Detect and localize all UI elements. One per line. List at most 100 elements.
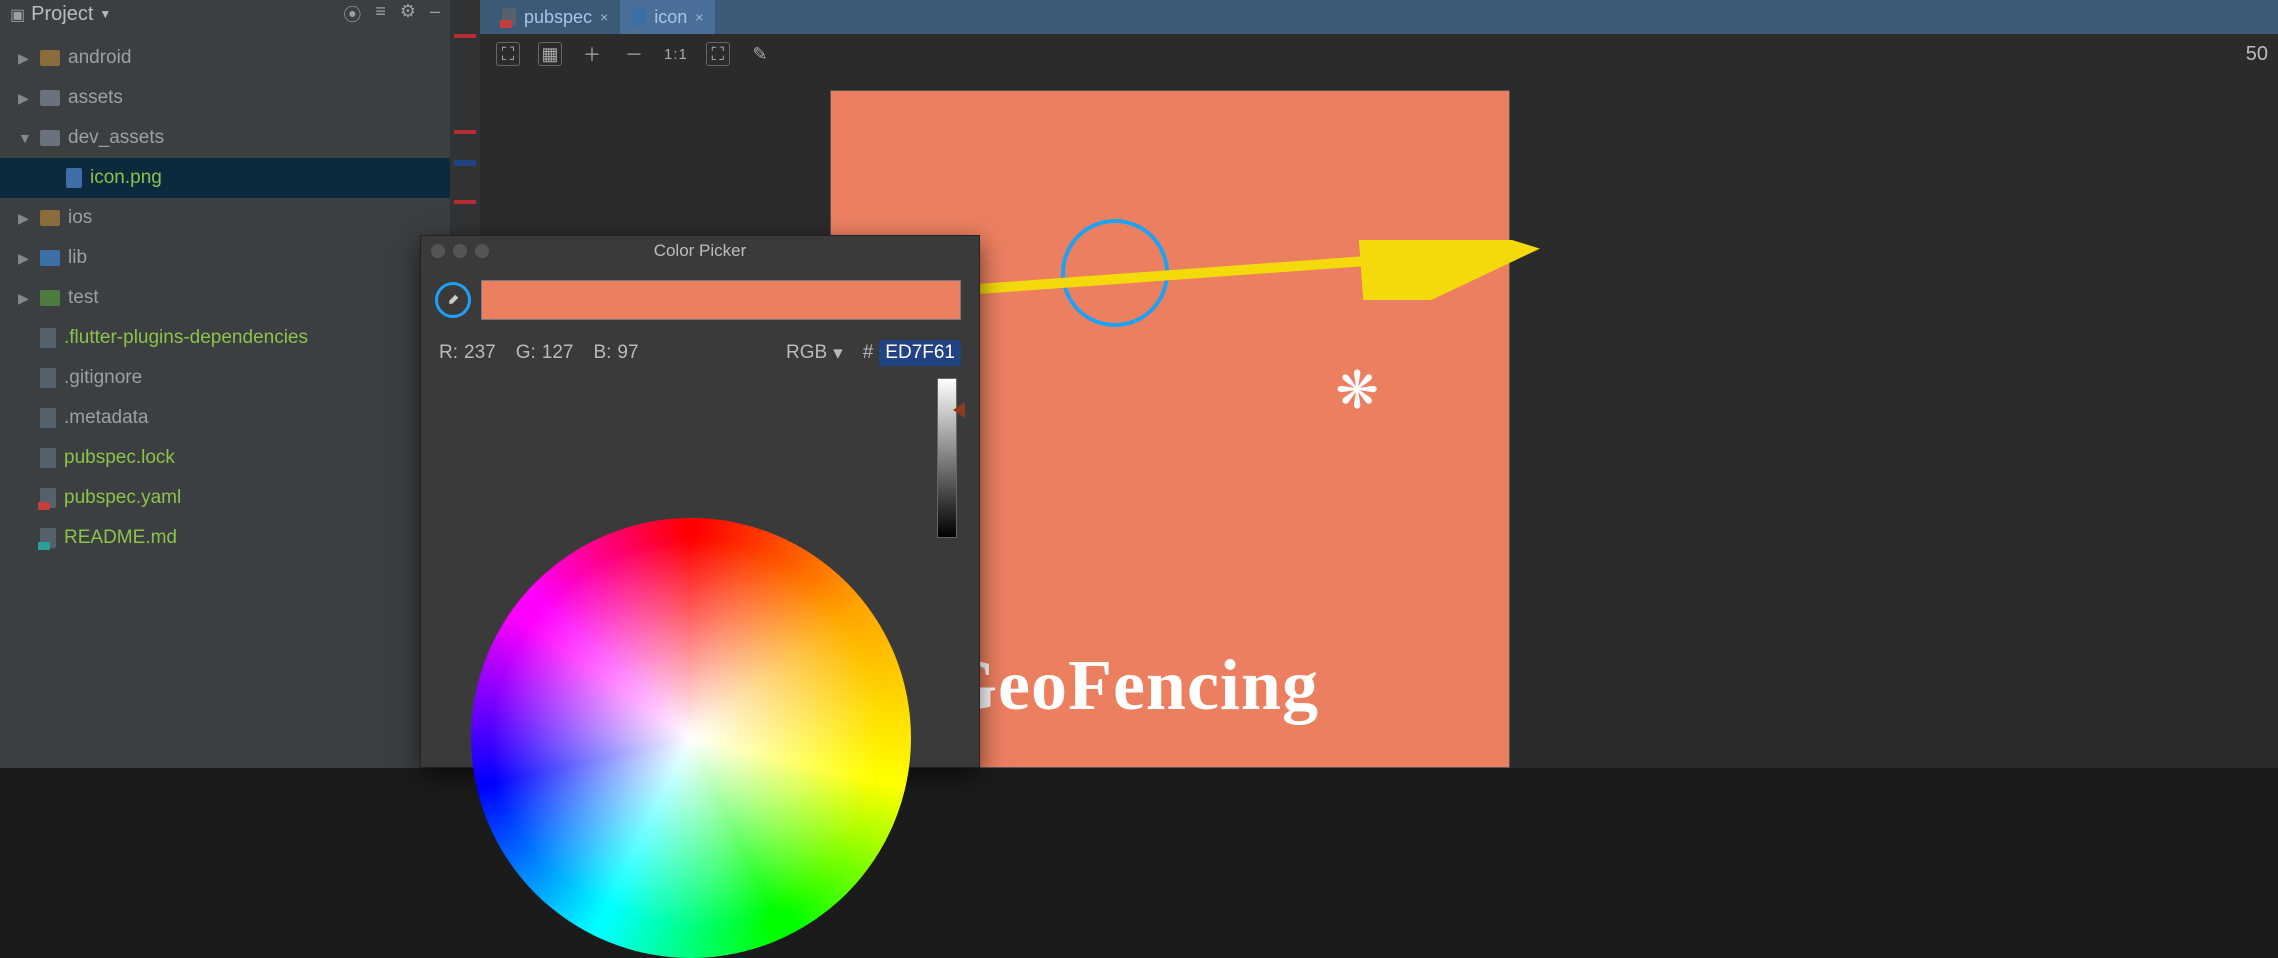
color-picker-titlebar[interactable]: Color Picker	[421, 236, 979, 266]
folder-icon	[40, 50, 60, 66]
project-header: Project ▼ ⦿ ≡ ⚙ –	[0, 0, 450, 28]
window-close-icon[interactable]	[431, 244, 445, 258]
tree-item-label: README.md	[64, 527, 177, 549]
tree-item-label: dev_assets	[68, 127, 164, 149]
locate-target-icon[interactable]: ⦿	[343, 1, 361, 27]
hex-prefix: #	[863, 342, 874, 364]
tree-item-readme-md[interactable]: README.md	[0, 518, 450, 558]
zoom-readout: 50	[2246, 43, 2278, 66]
color-values-row: R:237 G:127 B:97 RGB ▾ # ED7F61	[421, 328, 979, 378]
gear-icon[interactable]: ⚙	[400, 1, 416, 27]
close-tab-icon[interactable]: ×	[600, 9, 608, 25]
yml-file-icon	[502, 8, 516, 26]
tree-item-test[interactable]: ▶ test	[0, 278, 450, 318]
r-label: R:	[439, 342, 458, 364]
tree-item-label: icon.png	[90, 167, 162, 189]
current-color-swatch	[481, 280, 961, 320]
file-icon	[66, 168, 82, 188]
tab-label: pubspec	[524, 7, 592, 28]
tree-item-label: .flutter-plugins-dependencies	[64, 327, 308, 349]
img-file-icon	[632, 8, 646, 26]
tree-disclosure-icon[interactable]: ▶	[18, 50, 32, 67]
eyedropper-button[interactable]	[435, 282, 471, 318]
tree-item-lib[interactable]: ▶ lib	[0, 238, 450, 278]
hide-panel-icon[interactable]: –	[430, 1, 440, 27]
gutter-marker	[454, 34, 476, 38]
tree-item-assets[interactable]: ▶ assets	[0, 78, 450, 118]
grid-icon[interactable]: ▦	[538, 42, 562, 66]
gutter-marker	[454, 160, 476, 166]
image-toolbar: ⛶ ▦ ＋ － 1:1 ⛶ ✎ 50	[480, 34, 2278, 74]
window-minimize-icon[interactable]	[453, 244, 467, 258]
tree-item-label: lib	[68, 247, 87, 269]
actual-size-button[interactable]: 1:1	[664, 46, 688, 63]
tree-disclosure-icon[interactable]: ▶	[18, 90, 32, 107]
zoom-in-icon[interactable]: ＋	[580, 42, 604, 66]
color-wheel[interactable]	[471, 518, 911, 958]
tree-disclosure-icon[interactable]: ▼	[18, 130, 32, 146]
eyedropper-icon	[444, 291, 462, 309]
tree-item-label: .metadata	[64, 407, 149, 429]
folder-icon	[40, 210, 60, 226]
folder-icon	[40, 90, 60, 106]
project-tree: ▶android▶assets▼dev_assetsicon.png▶ios▶l…	[0, 28, 450, 558]
eyedropper-sample-indicator	[1061, 219, 1169, 327]
tree-item-label: android	[68, 47, 131, 69]
folder-icon	[40, 290, 60, 306]
gutter-marker	[454, 130, 476, 134]
b-value[interactable]: 97	[617, 342, 638, 364]
color-mode-dropdown[interactable]: RGB ▾	[786, 342, 843, 365]
tree-item--metadata[interactable]: .metadata	[0, 398, 450, 438]
project-dropdown-icon: ▼	[99, 7, 111, 21]
color-picker-eyedropper-icon[interactable]: ✎	[748, 42, 772, 66]
tree-item-android[interactable]: ▶ android	[0, 38, 450, 78]
color-picker-window[interactable]: Color Picker R:237 G:127 B:97 RGB ▾ # ED…	[420, 235, 980, 768]
hex-value[interactable]: ED7F61	[879, 340, 961, 366]
tree-disclosure-icon[interactable]: ▶	[18, 250, 32, 267]
tree-disclosure-icon[interactable]: ▶	[18, 210, 32, 227]
color-mode-label: RGB	[786, 342, 827, 364]
close-tab-icon[interactable]: ×	[695, 9, 703, 25]
editor-tabs: pubspec×icon×	[480, 0, 2278, 34]
folder-icon	[40, 130, 60, 146]
gutter-marker	[454, 200, 476, 204]
tree-item-label: pubspec.yaml	[64, 487, 181, 509]
g-value[interactable]: 127	[542, 342, 574, 364]
tree-item-dev-assets[interactable]: ▼ dev_assets	[0, 118, 450, 158]
window-traffic-lights[interactable]	[431, 244, 489, 258]
editor-tab-pubspec[interactable]: pubspec ×	[490, 0, 620, 34]
folder-icon	[40, 250, 60, 266]
tree-item-ios[interactable]: ▶ios	[0, 198, 450, 238]
chevron-down-icon: ▾	[833, 342, 843, 365]
brightness-slider-handle[interactable]	[953, 402, 965, 418]
file-icon	[40, 488, 56, 508]
tree-item--flutter-plugins-dependencies[interactable]: .flutter-plugins-dependencies	[0, 318, 450, 358]
tree-item-label: test	[68, 287, 99, 309]
tree-disclosure-icon[interactable]: ▶	[18, 290, 32, 307]
color-picker-title: Color Picker	[654, 241, 747, 261]
file-icon	[40, 528, 56, 548]
zoom-out-icon[interactable]: －	[622, 42, 646, 66]
tree-item-icon-png[interactable]: icon.png	[0, 158, 450, 198]
fit-to-window-icon[interactable]: ⛶	[496, 42, 520, 66]
project-title[interactable]: Project ▼	[10, 3, 335, 26]
b-label: B:	[593, 342, 611, 364]
project-panel: Project ▼ ⦿ ≡ ⚙ – ▶ android ▶ assets ▼ dev_as…	[0, 0, 450, 768]
project-folder-icon	[10, 3, 25, 26]
tree-item-label: assets	[68, 87, 123, 109]
file-icon	[40, 368, 56, 388]
project-title-label: Project	[31, 3, 93, 26]
tree-item-pubspec-yaml[interactable]: pubspec.yaml	[0, 478, 450, 518]
tree-item-label: .gitignore	[64, 367, 142, 389]
tree-item-pubspec-lock[interactable]: pubspec.lock	[0, 438, 450, 478]
window-zoom-icon[interactable]	[475, 244, 489, 258]
file-icon	[40, 328, 56, 348]
editor-tab-icon[interactable]: icon×	[620, 0, 715, 34]
r-value[interactable]: 237	[464, 342, 496, 364]
logo-text: GeoFencing	[941, 644, 1319, 727]
file-icon	[40, 448, 56, 468]
fullscreen-icon[interactable]: ⛶	[706, 42, 730, 66]
collapse-all-icon[interactable]: ≡	[375, 1, 386, 27]
color-wheel-area	[421, 378, 979, 738]
tree-item--gitignore[interactable]: .gitignore	[0, 358, 450, 398]
